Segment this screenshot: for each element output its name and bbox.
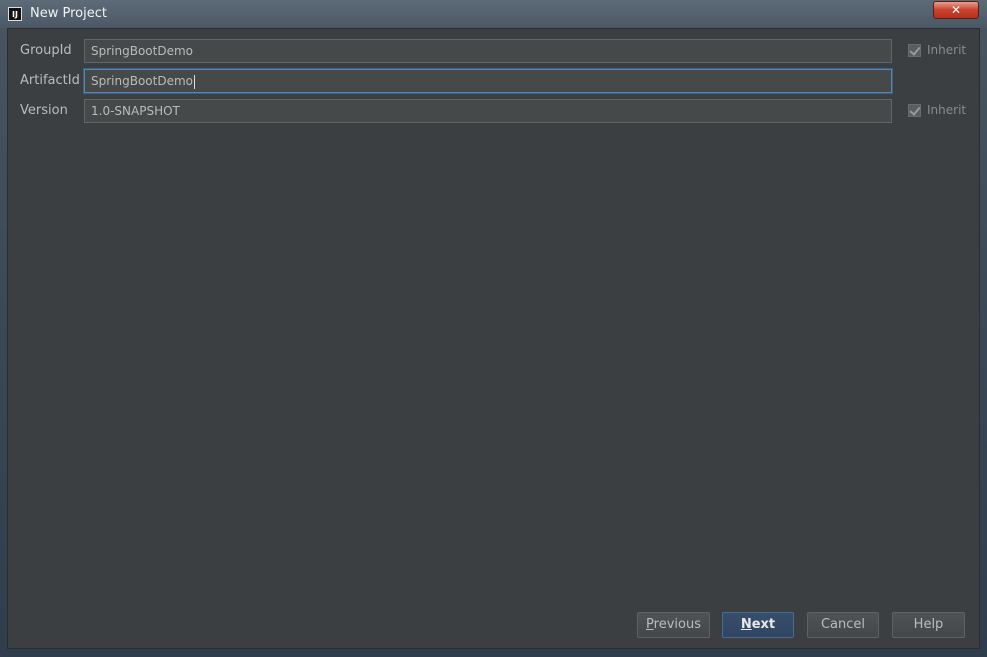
- close-icon: ✕: [950, 3, 962, 17]
- dialog-content-panel: GroupId SpringBootDemo Inherit ArtifactI…: [7, 28, 980, 649]
- group-id-input[interactable]: SpringBootDemo: [84, 39, 892, 63]
- title-bar[interactable]: IJ New Project ✕: [0, 0, 987, 28]
- artifact-id-value: SpringBootDemo: [91, 74, 193, 88]
- next-button-mnemonic: N: [740, 617, 752, 632]
- next-button[interactable]: Next: [722, 612, 794, 638]
- group-id-label: GroupId: [20, 43, 72, 58]
- version-inherit-checkbox[interactable]: [908, 104, 921, 117]
- group-id-inherit-label: Inherit: [927, 43, 967, 57]
- version-value: 1.0-SNAPSHOT: [91, 104, 180, 118]
- next-button-label: ext: [751, 617, 776, 632]
- intellij-app-icon: IJ: [8, 7, 22, 21]
- previous-button-mnemonic: P: [646, 617, 654, 632]
- text-caret: [194, 74, 195, 89]
- new-project-dialog: IJ New Project ✕ GroupId SpringBootDemo …: [0, 0, 987, 657]
- group-id-value: SpringBootDemo: [91, 44, 193, 58]
- previous-button[interactable]: Previous: [637, 612, 710, 638]
- help-button[interactable]: Help: [892, 612, 965, 638]
- previous-button-label: revious: [653, 617, 701, 632]
- artifact-id-input[interactable]: SpringBootDemo: [84, 69, 892, 93]
- cancel-button[interactable]: Cancel: [807, 612, 879, 638]
- close-button[interactable]: ✕: [933, 1, 979, 19]
- artifact-id-label: ArtifactId: [20, 73, 80, 88]
- window-title: New Project: [30, 6, 107, 21]
- group-id-inherit-checkbox[interactable]: [908, 44, 921, 57]
- version-inherit-label: Inherit: [927, 103, 967, 117]
- version-input[interactable]: 1.0-SNAPSHOT: [84, 99, 892, 123]
- version-label: Version: [20, 103, 68, 118]
